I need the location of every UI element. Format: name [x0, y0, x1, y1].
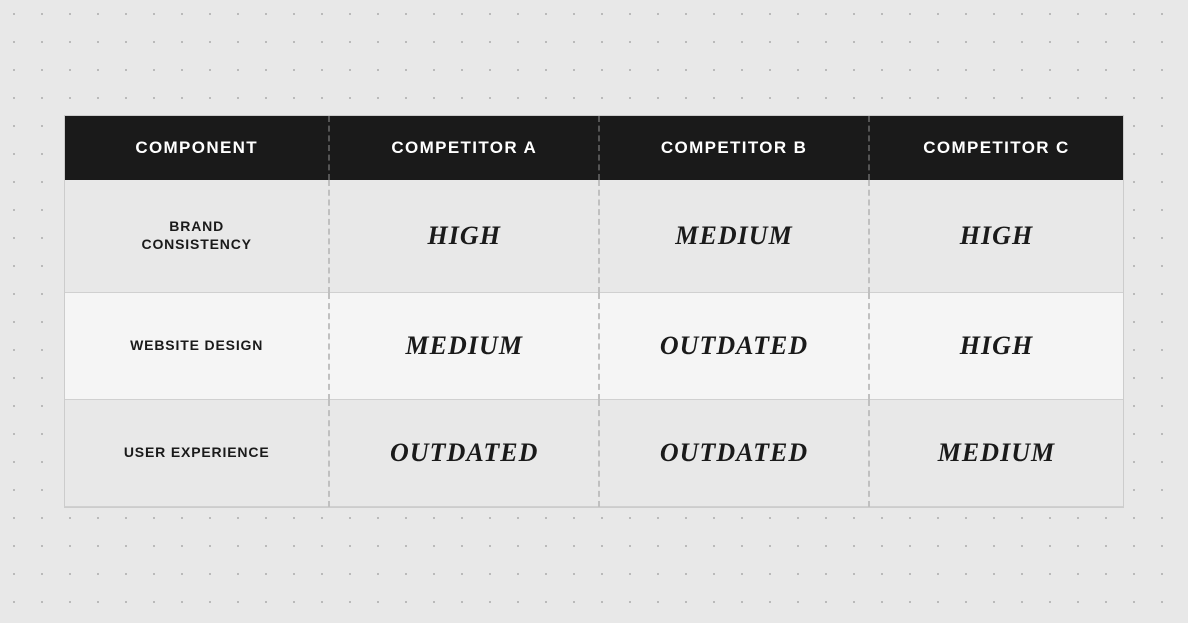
value-label: OUTDATED: [660, 331, 808, 360]
competitor-a-cell: HIGH: [329, 180, 599, 293]
component-cell: WEBSITE DESIGN: [65, 293, 329, 400]
header-competitor-c: COMPETITOR C: [869, 116, 1123, 180]
value-label: MEDIUM: [406, 331, 524, 360]
component-label: BRANDCONSISTENCY: [142, 218, 252, 252]
table-row: WEBSITE DESIGN MEDIUM OUTDATED HIGH: [65, 293, 1123, 400]
competitor-b-cell: MEDIUM: [599, 180, 869, 293]
table-row: USER EXPERIENCE OUTDATED OUTDATED MEDIUM: [65, 400, 1123, 507]
header-competitor-b: COMPETITOR B: [599, 116, 869, 180]
table-row: BRANDCONSISTENCY HIGH MEDIUM HIGH: [65, 180, 1123, 293]
value-label: MEDIUM: [938, 438, 1056, 467]
competitor-b-cell: OUTDATED: [599, 293, 869, 400]
value-label: MEDIUM: [675, 221, 793, 250]
comparison-table: COMPONENT COMPETITOR A COMPETITOR B COMP…: [65, 116, 1123, 507]
competitor-a-cell: OUTDATED: [329, 400, 599, 507]
value-label: OUTDATED: [660, 438, 808, 467]
component-label: USER EXPERIENCE: [124, 444, 270, 460]
header-competitor-a: COMPETITOR A: [329, 116, 599, 180]
component-cell: USER EXPERIENCE: [65, 400, 329, 507]
competitor-b-cell: OUTDATED: [599, 400, 869, 507]
header-component: COMPONENT: [65, 116, 329, 180]
competitor-a-cell: MEDIUM: [329, 293, 599, 400]
table-header-row: COMPONENT COMPETITOR A COMPETITOR B COMP…: [65, 116, 1123, 180]
component-label: WEBSITE DESIGN: [130, 337, 263, 353]
value-label: HIGH: [960, 221, 1034, 250]
value-label: HIGH: [960, 331, 1034, 360]
value-label: OUTDATED: [390, 438, 538, 467]
component-cell: BRANDCONSISTENCY: [65, 180, 329, 293]
competitor-c-cell: MEDIUM: [869, 400, 1123, 507]
competitor-c-cell: HIGH: [869, 180, 1123, 293]
competitor-c-cell: HIGH: [869, 293, 1123, 400]
value-label: HIGH: [428, 221, 502, 250]
comparison-table-wrapper: COMPONENT COMPETITOR A COMPETITOR B COMP…: [64, 115, 1124, 508]
